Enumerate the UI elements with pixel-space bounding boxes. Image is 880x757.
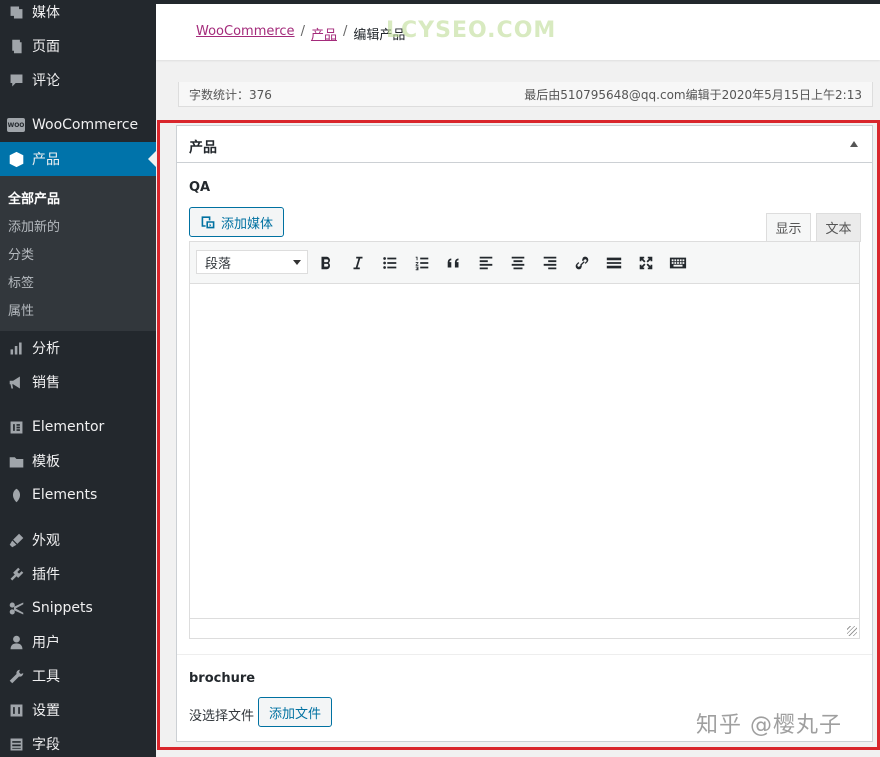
sidebar-item-label: 销售: [32, 375, 60, 391]
sidebar-item-label: 媒体: [32, 5, 60, 21]
sidebar-item-label: 评论: [32, 73, 60, 89]
products-submenu: 全部产品 添加新的 分类 标签 属性: [0, 176, 156, 331]
sidebar-item-elementor[interactable]: Elementor: [0, 410, 156, 444]
sidebar-item-label: 工具: [32, 669, 60, 685]
post-status-bar: 字数统计：376 最后由510795648@qq.com编辑于2020年5月15…: [178, 82, 873, 107]
sidebar-item-elements[interactable]: Elements: [0, 478, 156, 512]
sidebar-item-label: 模板: [32, 454, 60, 470]
sidebar-item-snippets[interactable]: Snippets: [0, 591, 156, 625]
sidebar-item-users[interactable]: 用户: [0, 625, 156, 659]
users-icon: [0, 634, 32, 651]
sidebar-item-label: WooCommerce: [32, 117, 139, 133]
sidebar-item-label: 字段: [32, 737, 60, 753]
products-icon: [0, 151, 32, 168]
app-window: 媒体 页面 评论 WOO WooCommerce 产品 全部产品 添加新的 分类…: [0, 0, 880, 757]
zhihu-watermark: 知乎 @樱丸子: [696, 713, 842, 738]
tools-icon: [0, 668, 32, 685]
pages-icon: [0, 38, 32, 55]
submenu-attributes[interactable]: 属性: [8, 300, 34, 319]
sidebar-item-appearance[interactable]: 外观: [0, 523, 156, 557]
elementor-icon: [0, 419, 32, 436]
sidebar-item-tools[interactable]: 工具: [0, 659, 156, 693]
sidebar-item-media[interactable]: 媒体: [0, 0, 156, 29]
sidebar-item-woocommerce[interactable]: WOO WooCommerce: [0, 108, 156, 142]
admin-sidebar: 媒体 页面 评论 WOO WooCommerce 产品 全部产品 添加新的 分类…: [0, 0, 156, 757]
submenu-add-new[interactable]: 添加新的: [8, 216, 60, 235]
sidebar-item-fields[interactable]: 字段: [0, 727, 156, 757]
last-edited: 最后由510795648@qq.com编辑于2020年5月15日上午2:13: [524, 87, 862, 102]
fields-icon: [0, 736, 32, 753]
submenu-tags[interactable]: 标签: [8, 272, 34, 291]
sidebar-item-label: Snippets: [32, 600, 93, 616]
sidebar-item-label: 外观: [32, 533, 60, 549]
sidebar-item-comments[interactable]: 评论: [0, 63, 156, 97]
analytics-icon: [0, 340, 32, 357]
appearance-icon: [0, 532, 32, 549]
watermark: LCYSEO.COM: [386, 18, 557, 43]
breadcrumb-separator: /: [300, 24, 305, 39]
submenu-all-products[interactable]: 全部产品: [8, 188, 60, 207]
submenu-categories[interactable]: 分类: [8, 244, 34, 263]
sidebar-item-products[interactable]: 产品: [0, 142, 156, 176]
elements-icon: [0, 487, 32, 504]
header-bar: WooCommerce / 产品 / 编辑产品 LCYSEO.COM: [156, 4, 880, 60]
sidebar-item-label: 用户: [32, 635, 60, 651]
sidebar-item-templates[interactable]: 模板: [0, 444, 156, 478]
media-icon: [0, 4, 32, 21]
templates-icon: [0, 453, 32, 470]
breadcrumb-separator: /: [342, 24, 348, 39]
breadcrumb: WooCommerce / 产品 / 编辑产品: [196, 24, 405, 43]
sidebar-item-label: 插件: [32, 567, 60, 583]
breadcrumb-woocommerce[interactable]: WooCommerce: [196, 24, 295, 43]
sidebar-item-label: 设置: [32, 703, 60, 719]
comments-icon: [0, 72, 32, 89]
sidebar-item-settings[interactable]: 设置: [0, 693, 156, 727]
sidebar-item-label: 页面: [32, 39, 60, 55]
plugins-icon: [0, 566, 32, 583]
snippets-icon: [0, 600, 32, 617]
sidebar-item-label: Elements: [32, 487, 98, 503]
woo-icon: WOO: [0, 118, 32, 132]
settings-icon: [0, 702, 32, 719]
sidebar-item-plugins[interactable]: 插件: [0, 557, 156, 591]
breadcrumb-products[interactable]: 产品: [311, 24, 337, 43]
sidebar-item-marketing[interactable]: 销售: [0, 365, 156, 399]
marketing-icon: [0, 374, 32, 391]
sidebar-item-label: 产品: [32, 152, 60, 168]
sidebar-item-label: 分析: [32, 341, 60, 357]
highlight-box: [157, 120, 880, 750]
word-count: 字数统计：376: [189, 87, 272, 102]
sidebar-item-pages[interactable]: 页面: [0, 29, 156, 63]
sidebar-item-analytics[interactable]: 分析: [0, 331, 156, 365]
sidebar-item-label: Elementor: [32, 419, 105, 435]
